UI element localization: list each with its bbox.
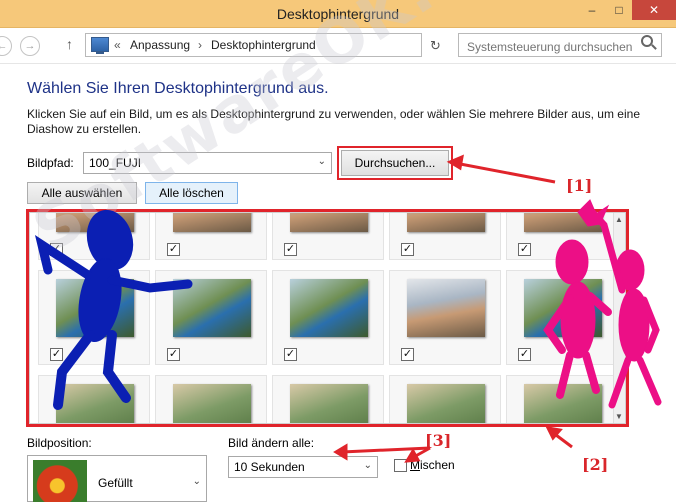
tile-checkbox[interactable]: ✓ bbox=[518, 243, 531, 256]
gallery-tile[interactable]: ✓ bbox=[272, 375, 384, 423]
address-bar[interactable]: « Anpassung › Desktophintergrund ⌄ bbox=[85, 33, 498, 57]
gallery-scrollbar[interactable]: ▲ ▼ bbox=[613, 213, 625, 423]
tile-checkbox[interactable]: ✓ bbox=[167, 348, 180, 361]
shuffle-label-rest: ischen bbox=[420, 458, 455, 472]
picture-location-select[interactable]: 100_FUJI ⌄ bbox=[83, 152, 332, 174]
chevron-right-icon[interactable]: › bbox=[198, 38, 202, 52]
gallery-tile[interactable]: ✓ bbox=[272, 270, 384, 365]
chevron-down-icon[interactable]: ⌄ bbox=[193, 476, 201, 487]
shuffle-checkbox[interactable] bbox=[394, 459, 407, 472]
change-interval-label: Bild ändern alle: bbox=[228, 436, 315, 450]
select-all-button[interactable]: Alle auswählen bbox=[27, 182, 137, 204]
tile-checkbox[interactable]: ✓ bbox=[284, 348, 297, 361]
page-description: Klicken Sie auf ein Bild, um es als Desk… bbox=[27, 107, 640, 136]
arrow-to-interval bbox=[341, 446, 431, 454]
photo-thumbnail[interactable] bbox=[290, 213, 368, 232]
up-button[interactable]: ↑ bbox=[66, 36, 73, 52]
photo-thumbnail[interactable] bbox=[524, 213, 602, 232]
picture-position-label: Bildposition: bbox=[27, 436, 92, 450]
gallery-tile[interactable]: ✓ bbox=[38, 375, 150, 423]
picture-position-select[interactable]: Gefüllt ⌄ bbox=[27, 455, 207, 502]
gallery-tile[interactable]: ✓ bbox=[506, 270, 618, 365]
gallery-tile[interactable]: ✓ bbox=[389, 375, 501, 423]
photo-thumbnail[interactable] bbox=[173, 279, 251, 337]
gallery-tile[interactable]: ✓ bbox=[155, 270, 267, 365]
photo-thumbnail[interactable] bbox=[524, 279, 602, 337]
page-heading: Wählen Sie Ihren Desktophintergrund aus. bbox=[27, 80, 329, 97]
chevron-down-icon[interactable]: ⌄ bbox=[318, 156, 326, 167]
back-button[interactable]: ← bbox=[0, 36, 12, 56]
picture-position-value: Gefüllt bbox=[98, 476, 133, 490]
arrow-to-browse bbox=[454, 161, 556, 184]
breadcrumb-anpassung[interactable]: Anpassung bbox=[130, 38, 190, 52]
photo-thumbnail[interactable] bbox=[173, 213, 251, 232]
scroll-down-icon[interactable]: ▼ bbox=[615, 412, 623, 421]
change-interval-value: 10 Sekunden bbox=[234, 460, 305, 474]
scroll-up-icon[interactable]: ▲ bbox=[615, 215, 623, 224]
close-button[interactable]: ✕ bbox=[632, 0, 676, 20]
breadcrumb-desktophintergrund[interactable]: Desktophintergrund bbox=[211, 38, 316, 52]
shuffle-label-accesskey: M bbox=[410, 458, 420, 472]
flower-thumbnail bbox=[33, 460, 87, 502]
photo-thumbnail[interactable] bbox=[290, 384, 368, 423]
navigation-bar: ← → ↑ « Anpassung › Desktophintergrund ⌄… bbox=[0, 28, 676, 64]
chevron-down-icon[interactable]: ⌄ bbox=[364, 460, 372, 471]
search-input[interactable] bbox=[458, 33, 662, 57]
gallery-tile[interactable]: ✓ bbox=[506, 213, 618, 260]
picture-location-value: 100_FUJI bbox=[89, 156, 142, 170]
clear-all-button[interactable]: Alle löschen bbox=[145, 182, 238, 204]
gallery-tile[interactable]: ✓ bbox=[272, 213, 384, 260]
picture-gallery[interactable]: ✓✓✓✓✓✓✓✓✓✓✓✓✓✓✓ ▲ ▼ bbox=[26, 209, 629, 427]
tile-checkbox[interactable]: ✓ bbox=[50, 348, 63, 361]
arrow-to-shuffle bbox=[411, 446, 431, 460]
photo-thumbnail[interactable] bbox=[56, 213, 134, 232]
gallery-tile[interactable]: ✓ bbox=[155, 213, 267, 260]
gallery-tile[interactable]: ✓ bbox=[38, 270, 150, 365]
photo-thumbnail[interactable] bbox=[56, 279, 134, 337]
chevron-double-icon[interactable]: « bbox=[114, 38, 121, 52]
arrow-head bbox=[446, 154, 464, 171]
gallery-tile[interactable]: ✓ bbox=[506, 375, 618, 423]
title-bar: Desktophintergrund – □ ✕ bbox=[0, 0, 676, 28]
gallery-tile[interactable]: ✓ bbox=[155, 375, 267, 423]
callout-1: [1] bbox=[566, 176, 593, 195]
shuffle-label[interactable]: Mischen bbox=[410, 458, 455, 472]
search-icon[interactable] bbox=[641, 35, 653, 47]
forward-button[interactable]: → bbox=[20, 36, 40, 56]
arrow-head bbox=[545, 426, 563, 441]
photo-thumbnail[interactable] bbox=[56, 384, 134, 423]
maximize-button[interactable]: □ bbox=[606, 0, 632, 20]
photo-thumbnail[interactable] bbox=[407, 213, 485, 232]
gallery-tile[interactable]: ✓ bbox=[389, 270, 501, 365]
picture-location-label: Bildpfad: bbox=[27, 156, 74, 170]
window-title: Desktophintergrund bbox=[276, 6, 400, 22]
photo-thumbnail[interactable] bbox=[173, 384, 251, 423]
change-interval-select[interactable]: 10 Sekunden ⌄ bbox=[228, 456, 378, 478]
tile-checkbox[interactable]: ✓ bbox=[401, 243, 414, 256]
photo-thumbnail[interactable] bbox=[407, 279, 485, 337]
tile-checkbox[interactable]: ✓ bbox=[167, 243, 180, 256]
arrow-to-gallery bbox=[551, 430, 573, 449]
photo-thumbnail[interactable] bbox=[407, 384, 485, 423]
tile-checkbox[interactable]: ✓ bbox=[518, 348, 531, 361]
tile-checkbox[interactable]: ✓ bbox=[50, 243, 63, 256]
gallery-tile[interactable]: ✓ bbox=[38, 213, 150, 260]
browse-button[interactable]: Durchsuchen... bbox=[337, 146, 453, 180]
photo-thumbnail[interactable] bbox=[524, 384, 602, 423]
callout-3: [3] bbox=[425, 431, 452, 450]
tile-checkbox[interactable]: ✓ bbox=[284, 243, 297, 256]
minimize-button[interactable]: – bbox=[578, 0, 606, 20]
tile-checkbox[interactable]: ✓ bbox=[401, 348, 414, 361]
refresh-icon[interactable]: ↻ bbox=[430, 38, 441, 54]
control-panel-icon bbox=[91, 37, 109, 54]
gallery-tile[interactable]: ✓ bbox=[389, 213, 501, 260]
photo-thumbnail[interactable] bbox=[290, 279, 368, 337]
callout-2: [2] bbox=[582, 455, 609, 474]
